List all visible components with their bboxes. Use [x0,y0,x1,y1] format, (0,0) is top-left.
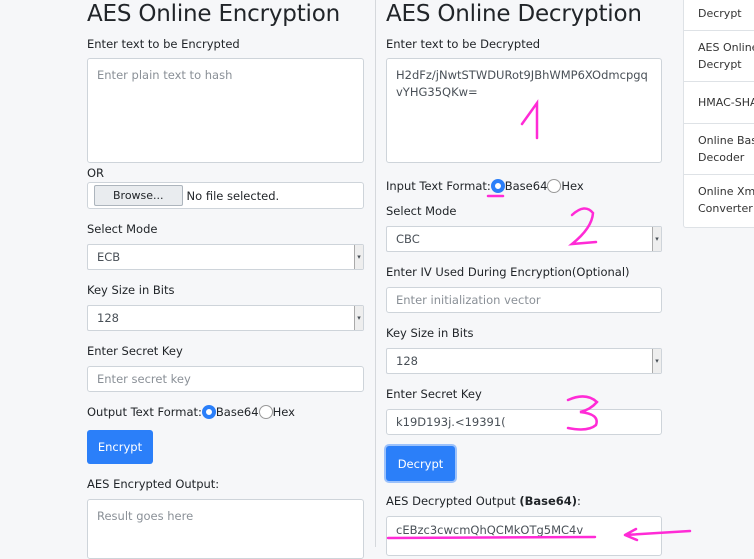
decrypt-key-label: Enter Secret Key [386,387,482,401]
selected-value: 128 [97,311,119,325]
output-format-badge: (Base64) [519,494,578,508]
dropdown-arrow-icon: ▾ [354,245,363,269]
dropdown-arrow-icon: ▾ [354,306,363,330]
radio-hex[interactable] [547,179,562,193]
input-format-group: Input Text Format: Base64 Hex [386,179,584,193]
decrypt-mode-label: Select Mode [386,204,457,218]
decrypt-output-label-group: AES Decrypted Output (Base64): [386,494,581,508]
radio-label: Base64 [504,179,548,193]
decrypt-mode-select[interactable]: CBC ▾ [386,226,662,252]
colon: : [577,494,581,508]
encrypt-output[interactable]: Result goes here [87,499,364,559]
input-format-label: Input Text Format: [386,179,491,193]
radio-hex[interactable] [258,405,273,419]
column-divider [375,0,376,547]
sidebar-link[interactable]: Decrypt [684,0,754,31]
output-format-label: Output Text Format: [87,405,202,419]
file-input[interactable]: Browse... No file selected. [87,182,364,209]
file-status: No file selected. [186,188,280,203]
dropdown-arrow-icon: ▾ [652,227,661,251]
sidebar-link[interactable]: Online Base Decoder [684,124,754,175]
decrypt-input-label: Enter text to be Decrypted [386,37,541,51]
radio-base64[interactable] [201,405,216,419]
decrypt-title: AES Online Decryption [386,1,642,27]
dropdown-arrow-icon: ▾ [652,349,661,373]
radio-label: Base64 [215,405,259,419]
decrypt-keysize-label: Key Size in Bits [386,326,474,340]
radio-base64[interactable] [490,179,505,193]
placeholder: Enter initialization vector [396,293,541,307]
encrypt-mode-select[interactable]: ECB ▾ [87,244,364,270]
sidebar-link[interactable]: HMAC-SHA [684,82,754,124]
sidebar-link[interactable]: Online Xml Converter [684,175,754,227]
placeholder: Enter plain text to hash [97,68,233,82]
output-format-group: Output Text Format: Base64 Hex [87,405,295,419]
encrypt-output-label: AES Encrypted Output: [87,477,220,491]
decrypt-output[interactable]: cEBzc3cwcmQhQCMkOTg5MC4v [386,516,662,556]
decrypt-button[interactable]: Decrypt [386,446,455,481]
browse-button[interactable]: Browse... [94,185,183,206]
radio-label: Hex [272,405,295,419]
placeholder: Result goes here [97,509,194,523]
or-label: OR [87,166,105,180]
encrypt-title: AES Online Encryption [87,1,340,27]
placeholder: Enter secret key [97,372,191,386]
encrypt-key-input[interactable]: Enter secret key [87,366,364,392]
decrypt-keysize-select[interactable]: 128 ▾ [386,348,662,374]
encrypt-text-input[interactable]: Enter plain text to hash [87,58,364,163]
decrypt-output-label: AES Decrypted Output [386,494,516,508]
sidebar-link[interactable]: AES Online Decrypt [684,31,754,82]
encrypt-keysize-label: Key Size in Bits [87,283,175,297]
encrypt-mode-label: Select Mode [87,222,158,236]
radio-label: Hex [561,179,584,193]
selected-value: 128 [396,354,418,368]
selected-value: ECB [97,250,121,264]
decrypt-key-input[interactable]: k19D193j.<19391( [386,409,662,435]
encrypt-key-label: Enter Secret Key [87,344,183,358]
decrypt-text-input[interactable]: H2dFz/jNwtSTWDURot9JBhWMP6XOdmcpgqvYHG35… [386,58,662,163]
iv-label: Enter IV Used During Encryption(Optional… [386,265,630,279]
iv-input[interactable]: Enter initialization vector [386,287,662,313]
encrypt-keysize-select[interactable]: 128 ▾ [87,305,364,331]
selected-value: CBC [396,232,420,246]
related-tools-sidebar: Decrypt AES Online Decrypt HMAC-SHA Onli… [683,0,754,228]
encrypt-input-label: Enter text to be Encrypted [87,37,240,51]
encrypt-button[interactable]: Encrypt [87,430,153,464]
